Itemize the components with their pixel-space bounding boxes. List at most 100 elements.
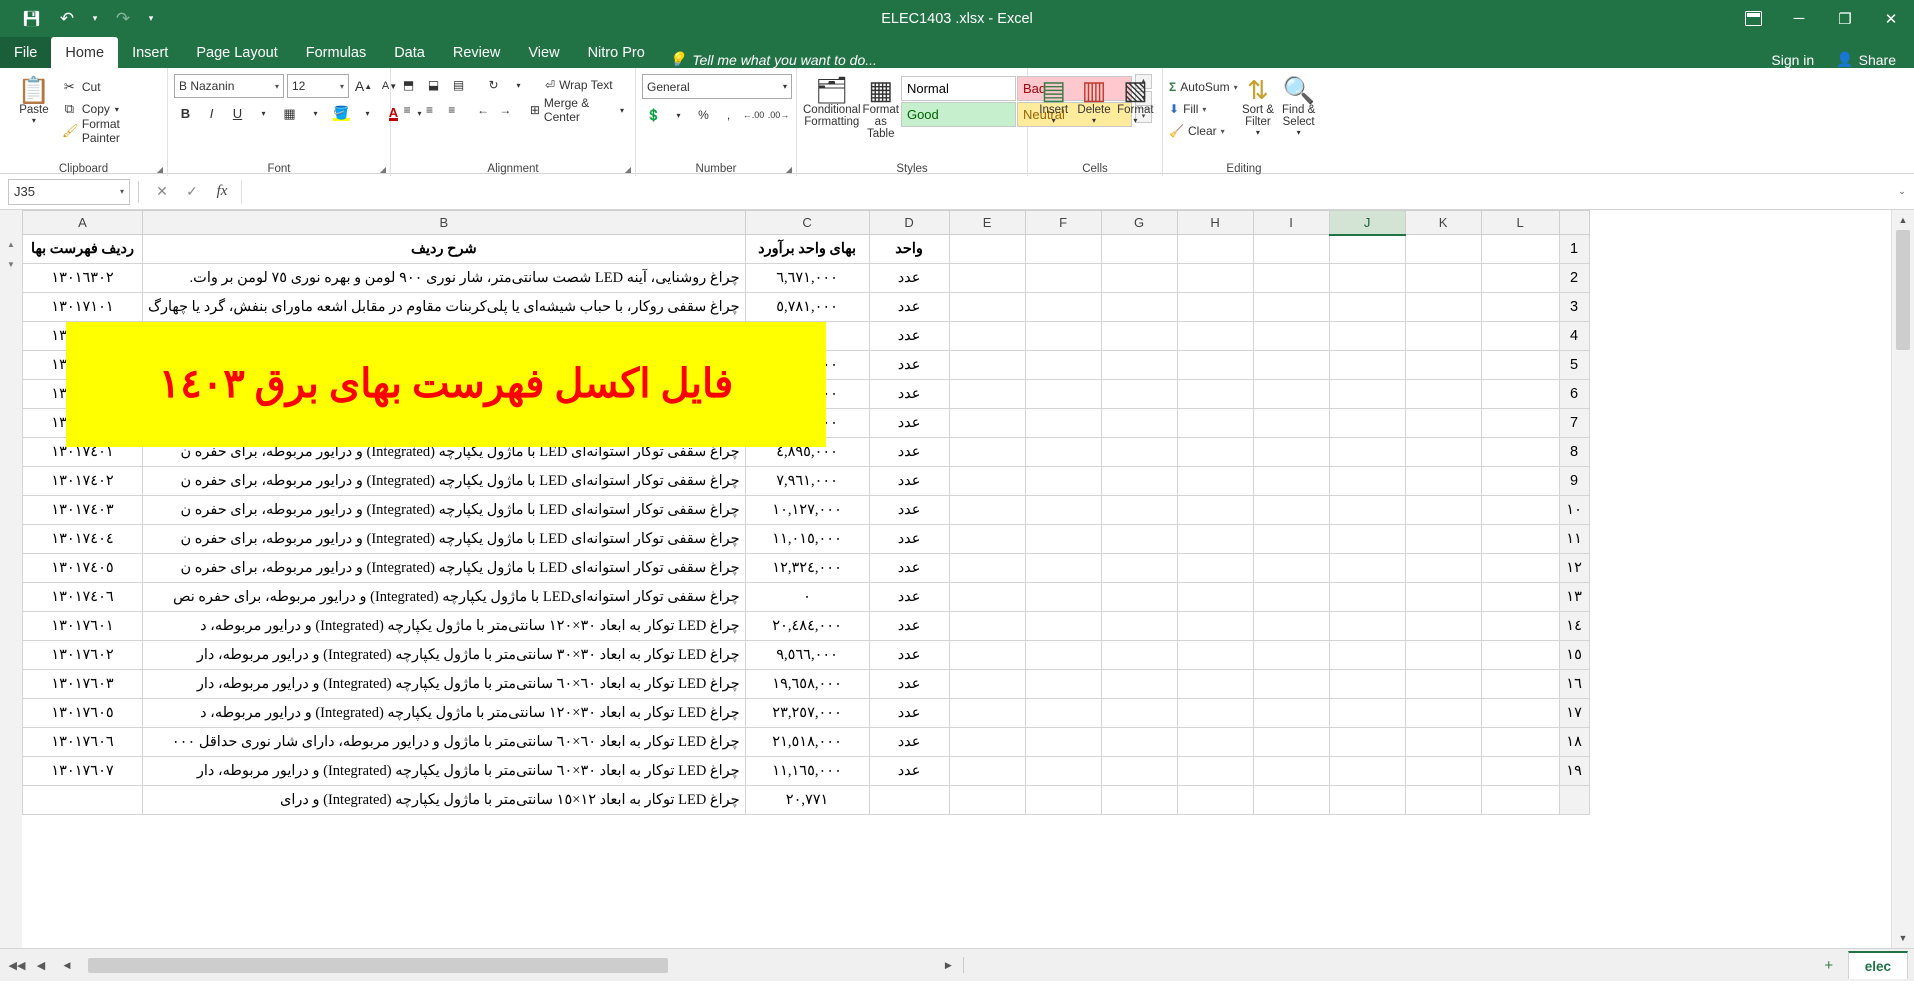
clear-dropdown-icon[interactable]: ▾ [1221,127,1225,136]
cell-a-١٧[interactable]: ١٣٠١٧٦٠٥ [23,699,143,728]
cell-g-١٠[interactable] [1101,496,1177,525]
font-name-select[interactable]: B Nazanin▾ [174,74,284,98]
hscroll-left-arrow-icon[interactable]: ◀ [58,960,76,971]
cell-f-١٩[interactable] [1025,757,1101,786]
insert-cells-button[interactable]: ▤ Insert ▾ [1034,74,1073,125]
alignment-dialog-launcher[interactable]: ◢ [625,165,631,174]
cell-l-1[interactable] [1481,235,1559,264]
cell-b-[interactable]: چراغ LED توکار به ابعاد ١٢×١٥ سانتی‌متر … [143,786,746,815]
cell-g-١٢[interactable] [1101,554,1177,583]
cell-d-١٧[interactable]: عدد [869,699,949,728]
underline-button[interactable]: U [226,102,249,125]
insert-dropdown-icon[interactable]: ▾ [1052,116,1056,125]
column-header-e[interactable]: E [949,211,1025,235]
cell-j-١٢[interactable] [1329,554,1405,583]
cell-h-3[interactable] [1177,293,1253,322]
cell-h-١٤[interactable] [1177,612,1253,641]
currency-format-button[interactable]: 💲 [642,104,665,126]
cell-k-9[interactable] [1405,467,1481,496]
cell-f-6[interactable] [1025,380,1101,409]
cell-d-١١[interactable]: عدد [869,525,949,554]
cell-k-4[interactable] [1405,322,1481,351]
cell-j-١١[interactable] [1329,525,1405,554]
borders-dropdown-icon[interactable]: ▾ [304,102,327,125]
cell-g-١٦[interactable] [1101,670,1177,699]
align-top-icon[interactable]: ⬒ [397,74,420,96]
cell-f-4[interactable] [1025,322,1101,351]
cell-d-5[interactable]: عدد [869,351,949,380]
merge-center-button[interactable]: ⊞ Merge & Center ▾ [525,99,629,121]
format-as-table-button[interactable]: ▦ Format asTable [863,74,899,140]
cell-i-6[interactable] [1253,380,1329,409]
cell-h-6[interactable] [1177,380,1253,409]
row-header[interactable]: ١٣ [1559,583,1589,612]
cell-c-١٣[interactable]: ٠ [745,583,869,612]
align-left-icon[interactable]: ≡ [397,99,417,121]
cell-d-١٦[interactable]: عدد [869,670,949,699]
sort-filter-dropdown-icon[interactable]: ▾ [1256,128,1260,137]
cell-e-١٤[interactable] [949,612,1025,641]
cell-d-1[interactable]: واحد [869,235,949,264]
cell-j-5[interactable] [1329,351,1405,380]
cell-j-١٨[interactable] [1329,728,1405,757]
cell-i-١٥[interactable] [1253,641,1329,670]
paste-dropdown-icon[interactable]: ▾ [32,116,36,125]
cell-c-١٥[interactable]: ٩,٥٦٦,٠٠٠ [745,641,869,670]
row-header[interactable]: ١٨ [1559,728,1589,757]
tab-insert[interactable]: Insert [118,37,182,68]
confirm-edit-icon[interactable]: ✓ [177,183,207,200]
tab-file[interactable]: File [0,37,51,68]
find-select-dropdown-icon[interactable]: ▾ [1297,128,1301,137]
cell-j-6[interactable] [1329,380,1405,409]
cell-c-1[interactable]: بهای واحد برآورد [745,235,869,264]
delete-dropdown-icon[interactable]: ▾ [1092,116,1096,125]
column-header-f[interactable]: F [1025,211,1101,235]
cell-k-١٢[interactable] [1405,554,1481,583]
column-header-b[interactable]: B [143,211,746,235]
redo-icon[interactable]: ↷ [106,5,140,33]
cell-e-2[interactable] [949,264,1025,293]
cell-f-١٨[interactable] [1025,728,1101,757]
cell-l-4[interactable] [1481,322,1559,351]
cell-e-١١[interactable] [949,525,1025,554]
cell-e-4[interactable] [949,322,1025,351]
cell-l-9[interactable] [1481,467,1559,496]
cell-h-١٨[interactable] [1177,728,1253,757]
undo-icon[interactable]: ↶ [50,5,84,33]
cell-f-١٧[interactable] [1025,699,1101,728]
cell-b-١٦[interactable]: چراغ LED توکار به ابعاد ٦٠×٦٠ سانتی‌متر … [143,670,746,699]
font-size-select[interactable]: 12▾ [287,74,349,98]
cell-g-١٩[interactable] [1101,757,1177,786]
cell-h-١١[interactable] [1177,525,1253,554]
tab-review[interactable]: Review [439,37,515,68]
conditional-formatting-button[interactable]: 🗂 ConditionalFormatting [803,74,861,128]
cell-c-3[interactable]: ٥,٧٨١,٠٠٠ [745,293,869,322]
cell-b-١٥[interactable]: چراغ LED توکار به ابعاد ٣٠×٣٠ سانتی‌متر … [143,641,746,670]
column-header-d[interactable]: D [869,211,949,235]
share-button[interactable]: 👤 Share [1836,51,1896,68]
clipboard-dialog-launcher[interactable]: ◢ [157,165,163,174]
cell-f-1[interactable] [1025,235,1101,264]
cell-g-3[interactable] [1101,293,1177,322]
row-header[interactable]: ١٢ [1559,554,1589,583]
cell-d-١٩[interactable]: عدد [869,757,949,786]
cell-h-١٩[interactable] [1177,757,1253,786]
cell-f-١٣[interactable] [1025,583,1101,612]
cell-b-١٨[interactable]: چراغ LED توکار به ابعاد ٦٠×٦٠ سانتی‌متر … [143,728,746,757]
copy-dropdown-icon[interactable]: ▾ [115,105,119,114]
row-header[interactable]: 8 [1559,438,1589,467]
cell-i-١٨[interactable] [1253,728,1329,757]
cell-i-١١[interactable] [1253,525,1329,554]
cell-l-5[interactable] [1481,351,1559,380]
cell-b-١١[interactable]: چراغ سقفی توکار استوانه‌ای LED با ماژول … [143,525,746,554]
cell-style-normal[interactable]: Normal [901,76,1016,101]
cell-h-١٧[interactable] [1177,699,1253,728]
select-all-corner[interactable] [1559,211,1589,235]
hscroll-right-arrow-icon[interactable]: ▶ [939,960,957,971]
cell-i-١٠[interactable] [1253,496,1329,525]
align-middle-icon[interactable]: ⬓ [422,74,445,96]
cell-i-3[interactable] [1253,293,1329,322]
cell-j-3[interactable] [1329,293,1405,322]
cell-l-١٩[interactable] [1481,757,1559,786]
column-header-i[interactable]: I [1253,211,1329,235]
